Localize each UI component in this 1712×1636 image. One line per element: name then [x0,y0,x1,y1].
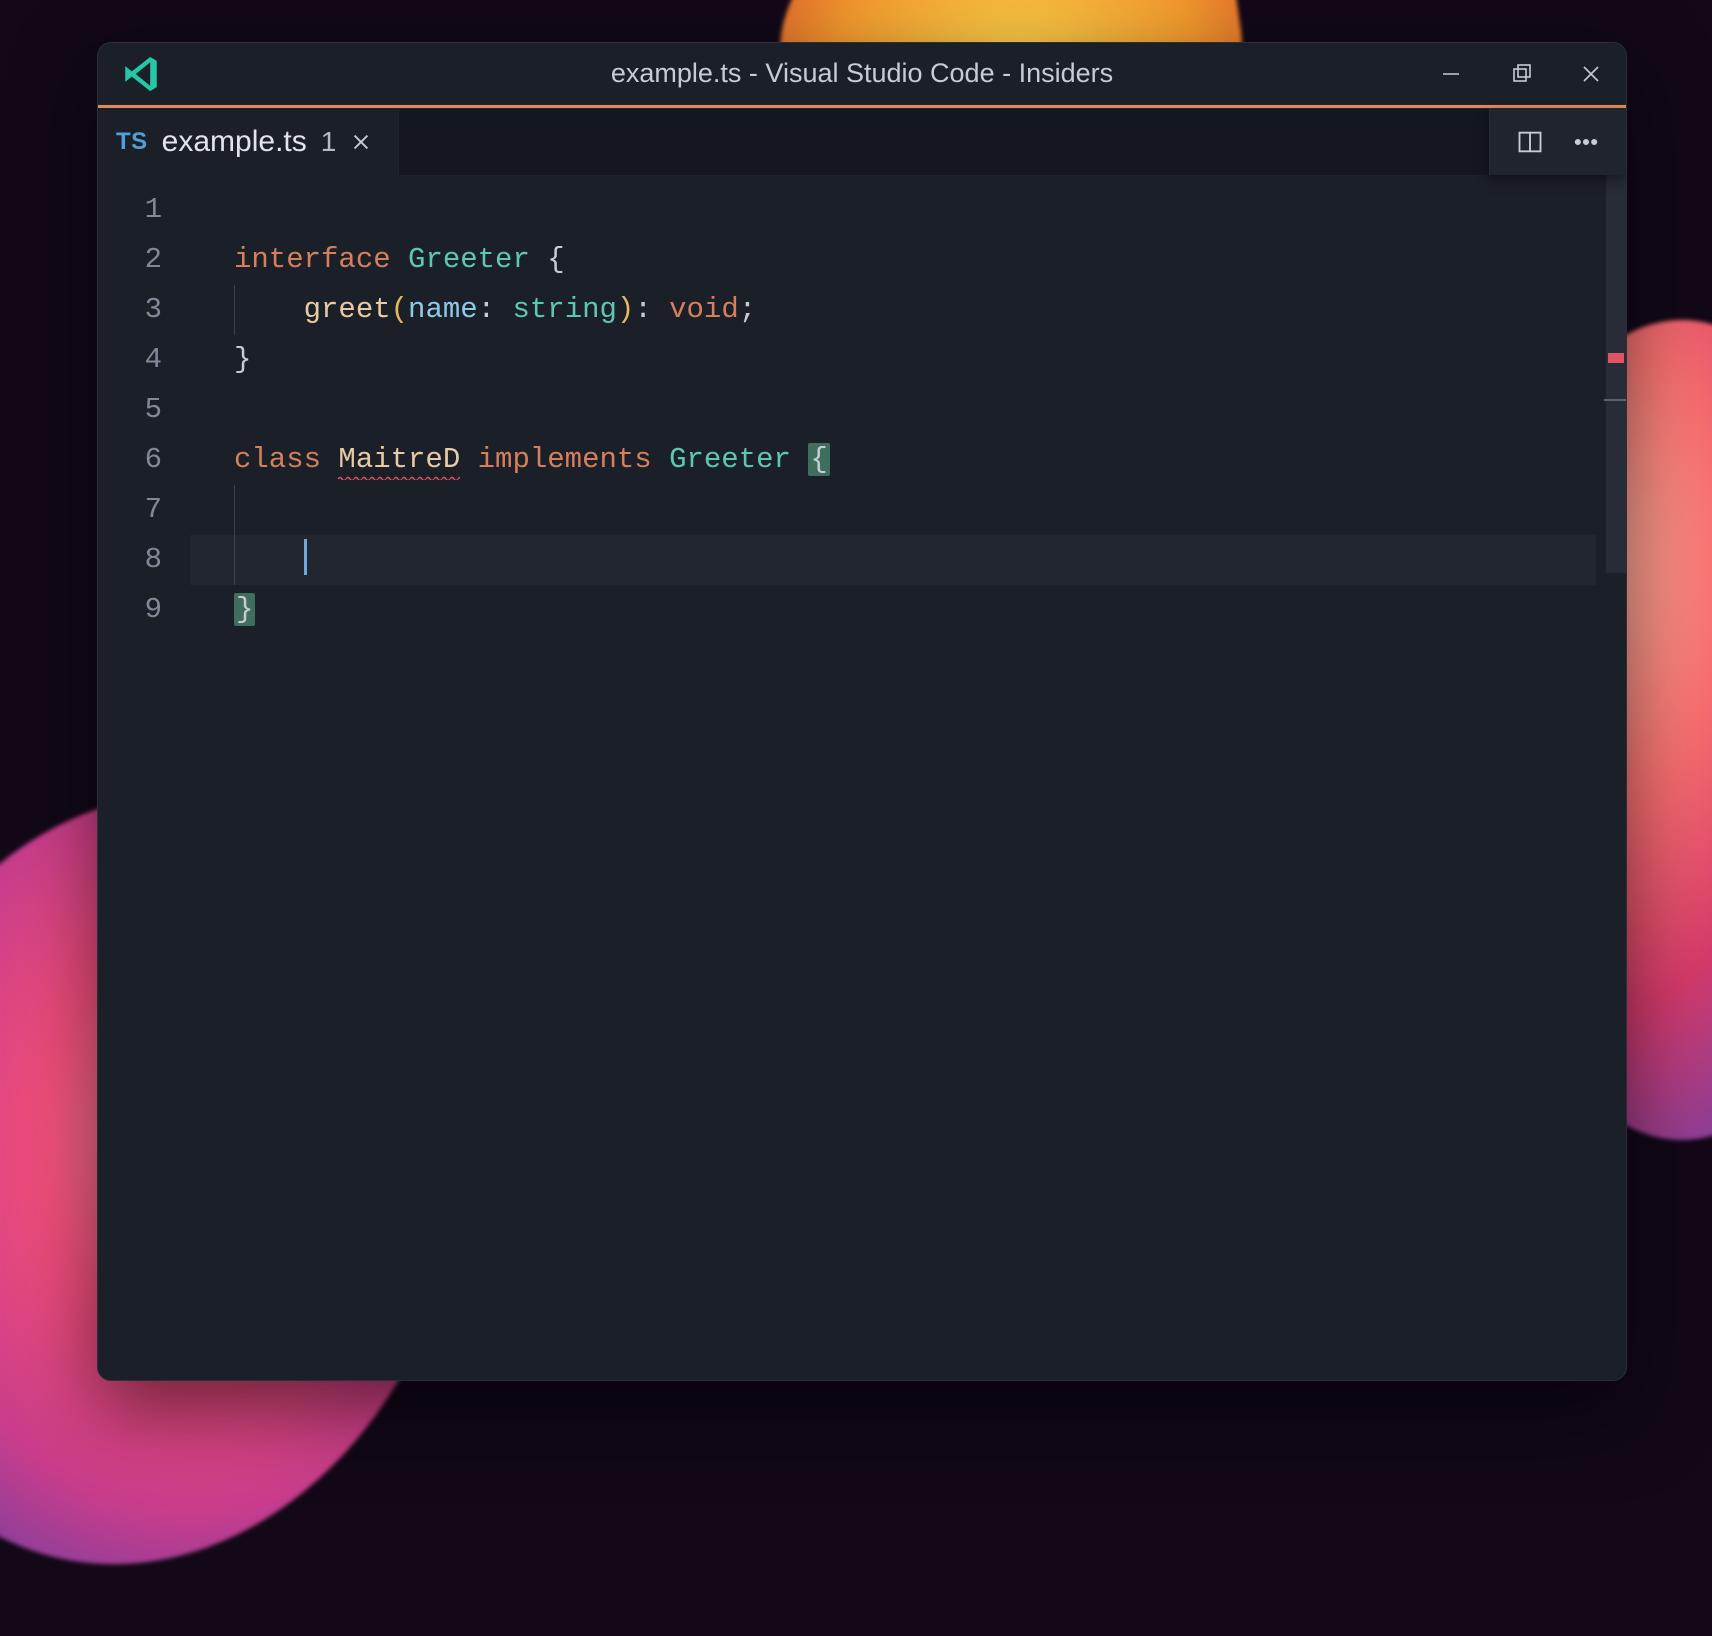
code-content[interactable]: interface Greeter { greet(name: string):… [190,175,1596,1380]
code-line: interface Greeter { [190,235,1596,285]
overview-viewport-marker [1604,399,1626,401]
code-line: class MaitreD implements Greeter { [190,435,1596,485]
code-line: greet(name: string): void; [190,285,1596,335]
bracket-highlight: } [234,593,255,626]
typescript-badge-icon: TS [116,128,148,156]
titlebar[interactable]: example.ts - Visual Studio Code - Inside… [98,43,1626,105]
text-cursor [304,539,307,575]
code-line [190,185,1596,235]
line-number: 1 [98,185,190,235]
vscode-window: example.ts - Visual Studio Code - Inside… [97,42,1627,1381]
minimize-button[interactable] [1416,43,1486,104]
split-editor-icon[interactable] [1516,128,1544,156]
window-controls [1416,43,1626,104]
code-line [190,385,1596,435]
close-tab-button[interactable] [350,131,372,153]
editor-actions [1489,108,1626,175]
more-actions-icon[interactable] [1572,128,1600,156]
code-line-current [190,535,1596,585]
line-number: 9 [98,585,190,635]
line-number: 6 [98,435,190,485]
window-title: example.ts - Visual Studio Code - Inside… [98,58,1626,89]
error-squiggle: MaitreD [338,443,460,480]
line-number: 2 [98,235,190,285]
line-number: 7 [98,485,190,535]
vscode-insiders-logo-icon [116,49,166,99]
code-line: } [190,335,1596,385]
line-number: 8 [98,535,190,585]
overview-error-marker[interactable] [1608,353,1624,363]
editor-area[interactable]: 1 2 3 4 5 6 7 8 9 interface Greeter { gr… [98,175,1626,1380]
bracket-highlight: { [808,443,829,476]
tab-filename: example.ts [162,125,307,159]
tab-example-ts[interactable]: TS example.ts 1 [98,108,399,175]
code-line: } [190,585,1596,635]
line-number-gutter: 1 2 3 4 5 6 7 8 9 [98,175,190,1380]
overview-ruler[interactable] [1596,175,1626,1380]
tab-bar: TS example.ts 1 [98,105,1626,175]
tab-strip-empty [399,108,1626,175]
line-number: 3 [98,285,190,335]
line-number: 5 [98,385,190,435]
tab-problem-count: 1 [321,126,337,158]
code-line [190,485,1596,535]
scrollbar-thumb[interactable] [1606,175,1626,573]
line-number: 4 [98,335,190,385]
maximize-button[interactable] [1486,43,1556,104]
close-button[interactable] [1556,43,1626,104]
